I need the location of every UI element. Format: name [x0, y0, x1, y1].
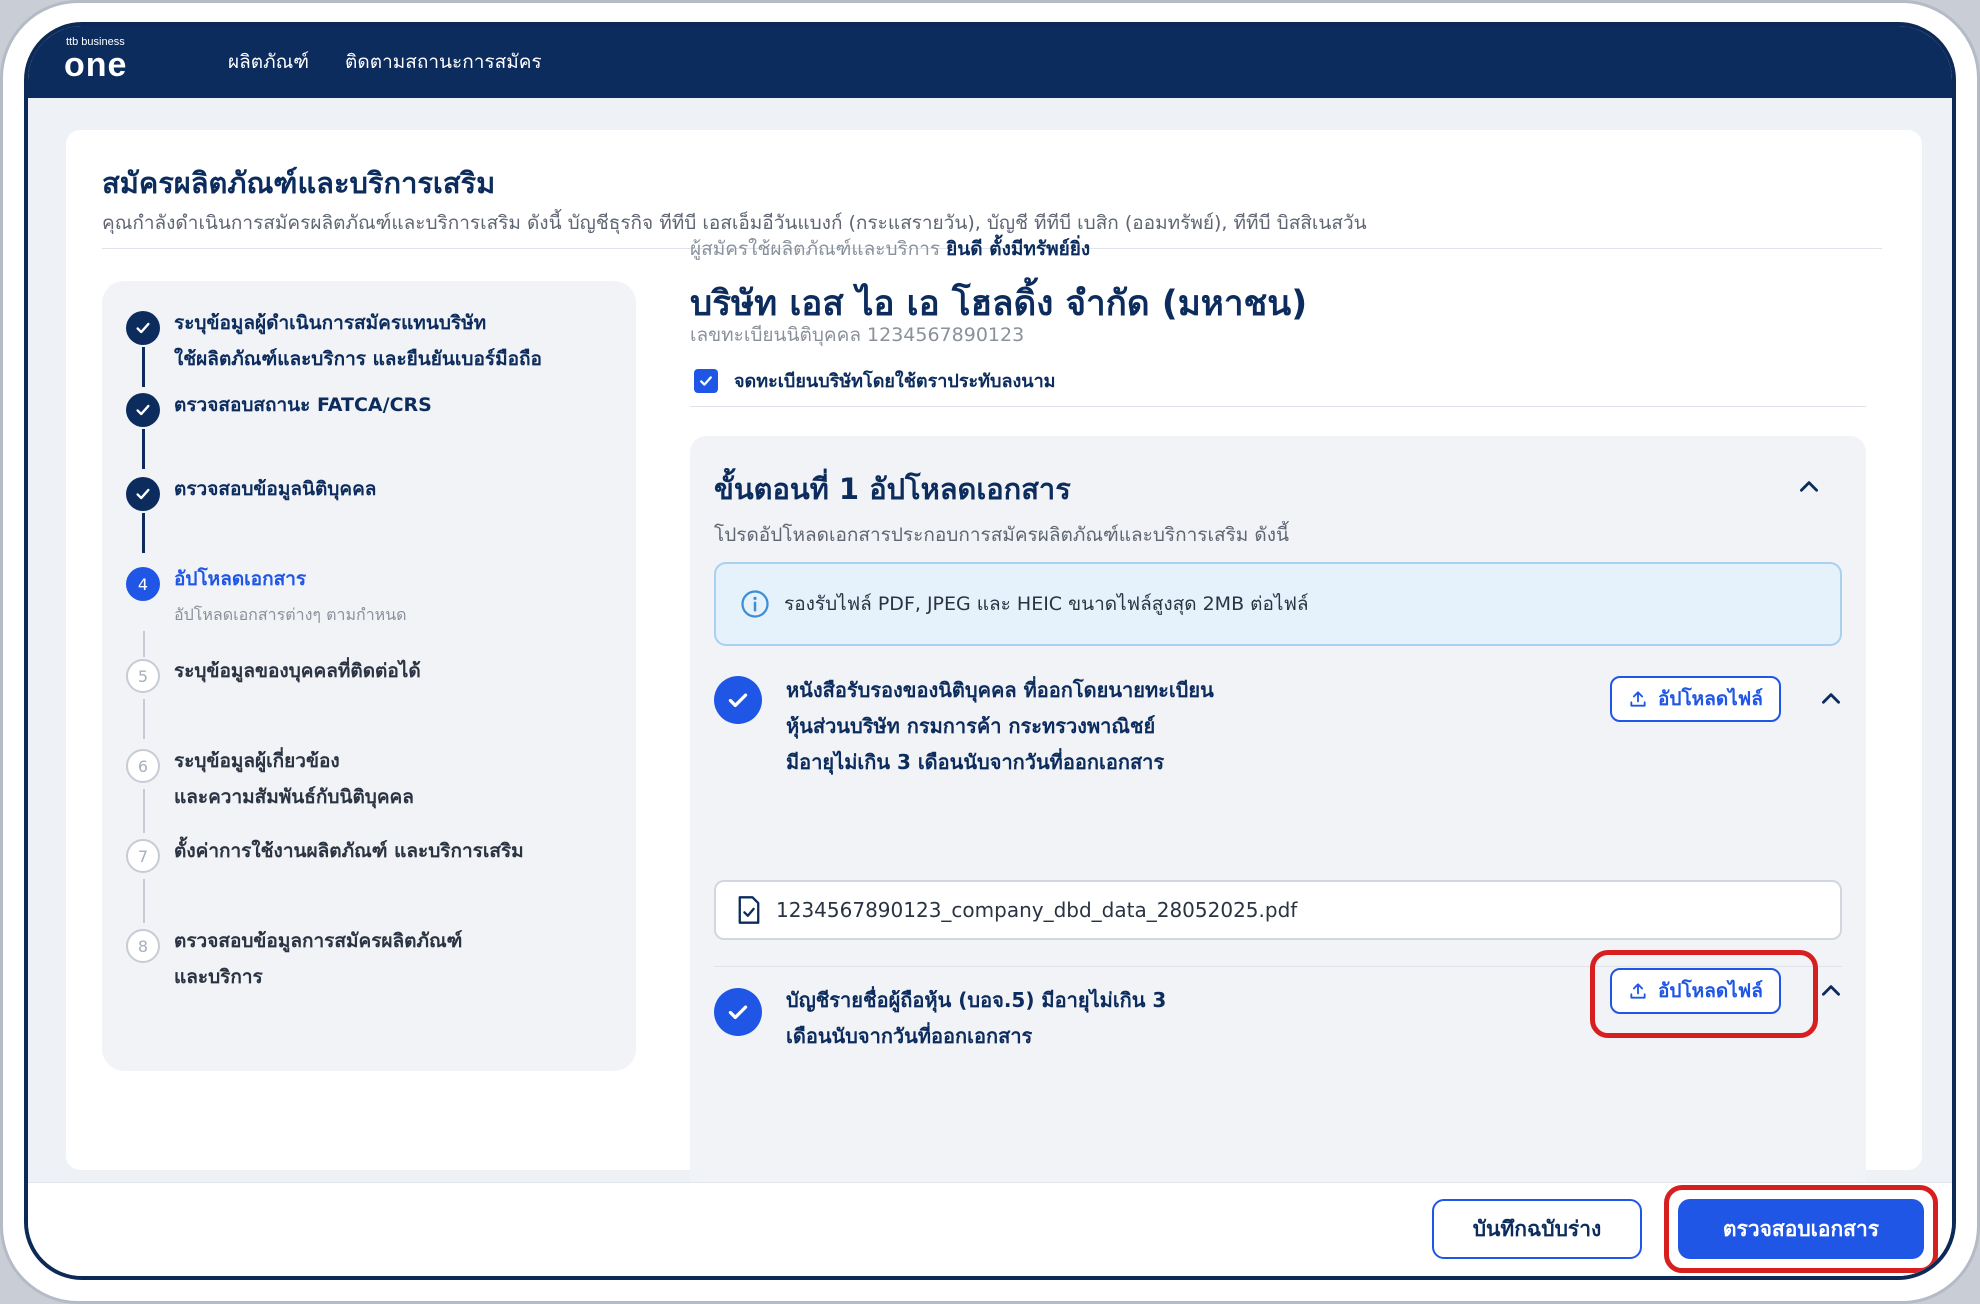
step-label: อัปโหลดเอกสาร	[174, 568, 307, 590]
file-check-icon	[738, 896, 760, 924]
document-title-shareholder-list: บัญชีรายชื่อผู้ถือหุ้น (บอจ.5) มีอายุไม่…	[786, 988, 1167, 1048]
step-connector	[142, 429, 145, 469]
upload-icon	[1630, 691, 1646, 707]
step-connector	[142, 513, 145, 553]
divider	[690, 406, 1866, 407]
main-card: สมัครผลิตภัณฑ์และบริการเสริม คุณกำลังดำเ…	[66, 130, 1922, 1196]
applicant-label: ผู้สมัครใช้ผลิตภัณฑ์และบริการ	[690, 238, 941, 260]
uploaded-file-name: 1234567890123_company_dbd_data_28052025.…	[776, 898, 1298, 922]
upload-file-button-shareholder-list[interactable]: อัปโหลดไฟล์	[1610, 968, 1781, 1014]
step-number: 6	[126, 749, 160, 783]
seal-checkbox-row[interactable]: จดทะเบียนบริษัทโดยใช้ตราประทับลงนาม	[694, 366, 1056, 395]
uploaded-file-item[interactable]: 1234567890123_company_dbd_data_28052025.…	[714, 880, 1842, 940]
chevron-up-icon[interactable]	[1818, 686, 1844, 712]
document-complete-check-icon	[714, 988, 762, 1036]
save-draft-button[interactable]: บันทึกฉบับร่าง	[1432, 1199, 1642, 1259]
upload-icon	[1630, 983, 1646, 999]
seal-checkbox[interactable]	[694, 368, 718, 393]
applicant-name: ยินดี ตั้งมีทรัพย์ยิ่ง	[946, 238, 1091, 260]
step-number: 5	[126, 659, 160, 693]
upload-button-label: อัปโหลดไฟล์	[1658, 980, 1763, 1002]
step-connector	[143, 789, 145, 833]
document-complete-check-icon	[714, 676, 762, 724]
step-done-check-icon	[126, 311, 160, 345]
step-done-check-icon	[126, 477, 160, 511]
step-label: ระบุข้อมูลผู้ดำเนินการสมัครแทนบริษัท ใช้…	[174, 312, 542, 370]
footer-action-bar: บันทึกฉบับร่าง ตรวจสอบเอกสาร	[28, 1182, 1952, 1276]
step-sublabel: อัปโหลดเอกสารต่างๆ ตามกำหนด	[174, 605, 407, 624]
company-reg-no: เลขทะเบียนนิติบุคคล 1234567890123	[690, 324, 1025, 346]
step-connector	[143, 879, 145, 923]
step-label: ตรวจสอบสถานะ FATCA/CRS	[174, 394, 432, 416]
seal-checkbox-label: จดทะเบียนบริษัทโดยใช้ตราประทับลงนาม	[734, 371, 1056, 392]
step-label: ระบุข้อมูลของบุคคลที่ติดต่อได้	[174, 660, 421, 682]
file-format-info-box: รองรับไฟล์ PDF, JPEG และ HEIC ขนาดไฟล์สู…	[714, 562, 1842, 646]
upload-section-subtitle: โปรดอัปโหลดเอกสารประกอบการสมัครผลิตภัณฑ์…	[714, 524, 1289, 546]
ttb-business-one-logo[interactable]: ttb business one	[64, 32, 154, 88]
nav-item-track-status[interactable]: ติดตามสถานะการสมัคร	[345, 47, 542, 77]
app-screen: ttb business one ผลิตภัณฑ์ ติดตามสถานะกา…	[24, 22, 1956, 1280]
step-label: ตั้งค่าการใช้งานผลิตภัณฑ์ และบริการเสริม	[174, 840, 524, 862]
chevron-up-icon[interactable]	[1796, 474, 1822, 500]
top-navbar: ttb business one ผลิตภัณฑ์ ติดตามสถานะกา…	[28, 26, 1952, 98]
progress-stepper: ระบุข้อมูลผู้ดำเนินการสมัครแทนบริษัท ใช้…	[102, 281, 636, 1071]
nav-menu: ผลิตภัณฑ์ ติดตามสถานะการสมัคร	[228, 26, 542, 98]
upload-file-button-company-certificate[interactable]: อัปโหลดไฟล์	[1610, 676, 1781, 722]
divider	[714, 966, 1842, 967]
upload-section-title: ขั้นตอนที่ 1 อัปโหลดเอกสาร	[714, 472, 1071, 506]
step-connector	[142, 347, 145, 387]
upload-button-label: อัปโหลดไฟล์	[1658, 688, 1763, 710]
step-connector	[143, 699, 145, 739]
document-title-company-certificate: หนังสือรับรองของนิติบุคคล ที่ออกโดยนายทะ…	[786, 678, 1214, 774]
logo-big-text: one	[64, 46, 128, 84]
step-connector	[143, 631, 145, 657]
applicant-info: ผู้สมัครใช้ผลิตภัณฑ์และบริการ ยินดี ตั้ง…	[690, 234, 1090, 264]
step-number: 4	[126, 567, 160, 601]
info-icon	[741, 590, 769, 618]
step-done-check-icon	[126, 393, 160, 427]
check-documents-button[interactable]: ตรวจสอบเอกสาร	[1678, 1199, 1924, 1259]
step-number: 7	[126, 839, 160, 873]
upload-section: ขั้นตอนที่ 1 อัปโหลดเอกสาร โปรดอัปโหลดเอ…	[690, 436, 1866, 1196]
step-label: ตรวจสอบข้อมูลนิติบุคคล	[174, 478, 377, 500]
step-number: 8	[126, 929, 160, 963]
page-title: สมัครผลิตภัณฑ์และบริการเสริม	[102, 166, 496, 200]
step-label: ระบุข้อมูลผู้เกี่ยวข้อง และความสัมพันธ์ก…	[174, 750, 414, 808]
chevron-up-icon[interactable]	[1818, 978, 1844, 1004]
info-text: รองรับไฟล์ PDF, JPEG และ HEIC ขนาดไฟล์สู…	[784, 593, 1309, 615]
step-label: ตรวจสอบข้อมูลการสมัครผลิตภัณฑ์ และบริการ	[174, 930, 463, 988]
nav-item-products[interactable]: ผลิตภัณฑ์	[228, 47, 309, 77]
